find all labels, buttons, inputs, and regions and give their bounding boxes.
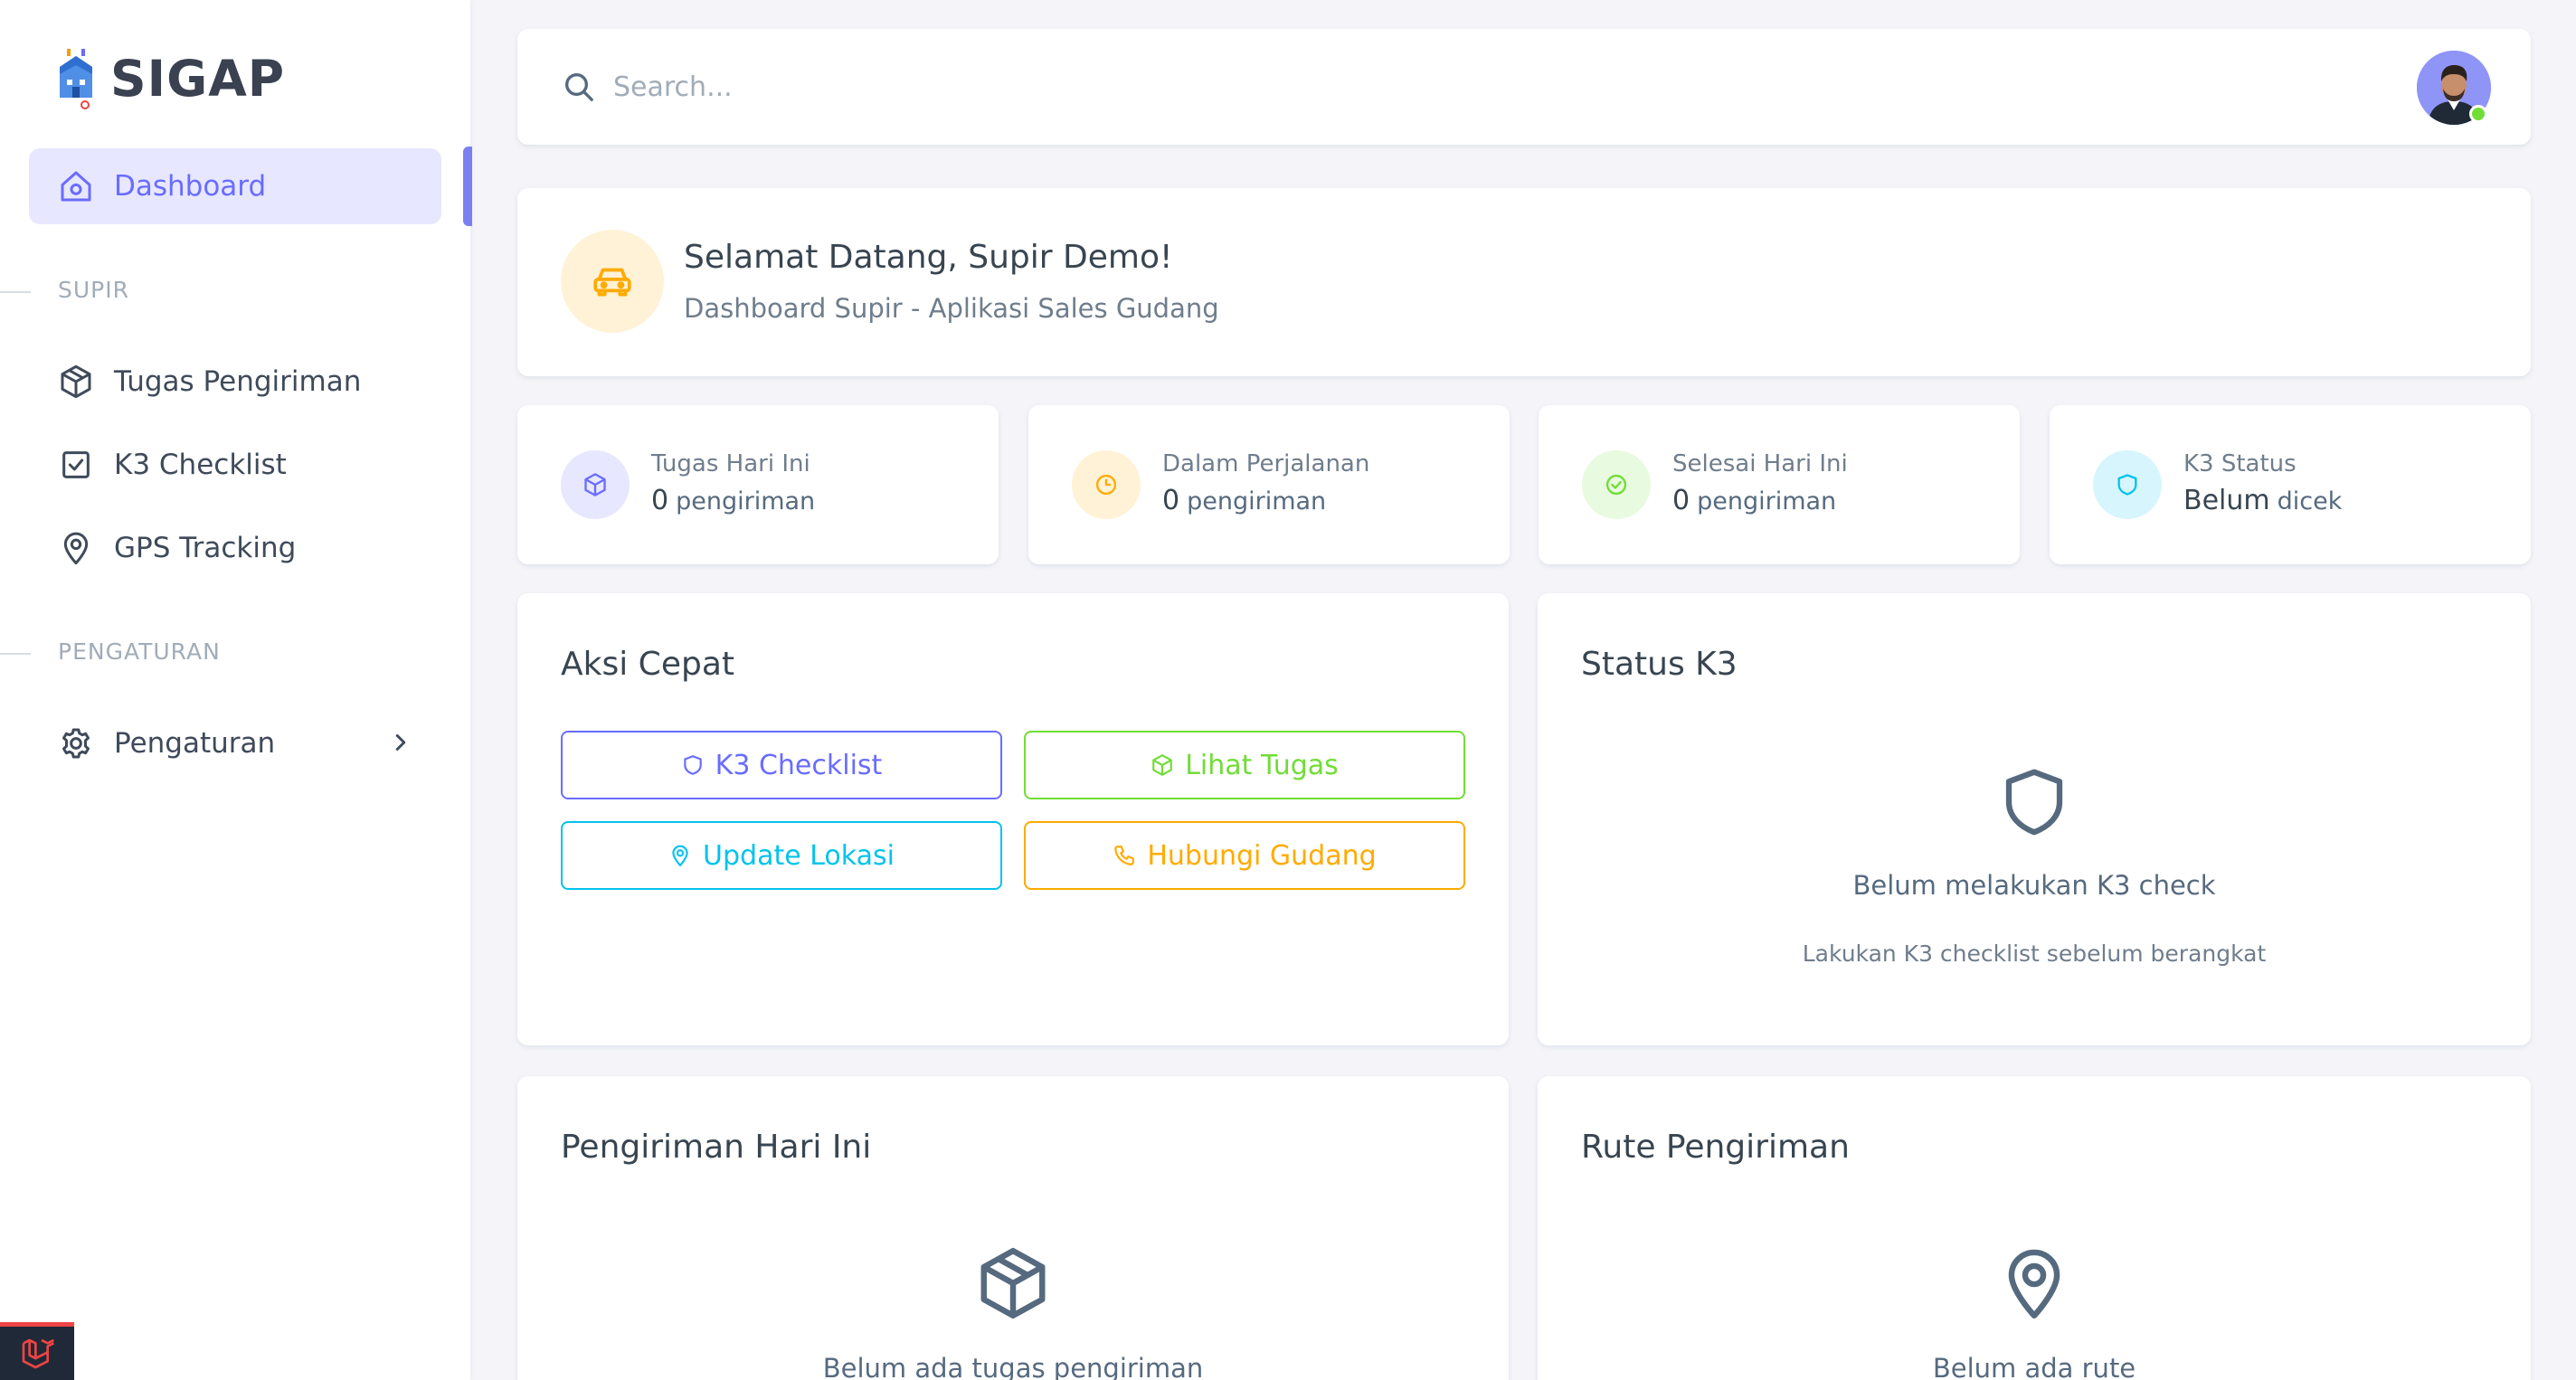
stat-card-selesai-hari-ini: Selesai Hari Ini 0 pengiriman: [1539, 405, 2020, 564]
stat-value: 0 pengiriman: [1672, 485, 1836, 516]
nav-header-pengaturan: PENGATURAN: [0, 638, 221, 665]
logo-icon: [54, 47, 98, 110]
sidebar: SIGAP Dashboard SUPIR Tugas Pengiriman K…: [0, 0, 472, 1380]
stat-unit: pengiriman: [1187, 487, 1327, 515]
stat-card-k3-status: K3 Status Belum dicek: [2050, 405, 2531, 564]
shield-icon: [1538, 761, 2531, 843]
welcome-card: Selamat Datang, Supir Demo! Dashboard Su…: [517, 188, 2531, 376]
map-pin-icon: [668, 844, 692, 867]
hubungi-gudang-button[interactable]: Hubungi Gudang: [1024, 821, 1465, 890]
search-icon: [561, 69, 597, 105]
stat-value: 0 pengiriman: [1162, 485, 1326, 516]
stat-label: K3 Status: [2183, 450, 2297, 477]
search-input[interactable]: [613, 60, 2060, 114]
stat-label: Selesai Hari Ini: [1672, 450, 1848, 477]
package-icon: [1151, 753, 1174, 777]
sidebar-item-k3-checklist[interactable]: K3 Checklist: [29, 427, 441, 503]
stat-value: Belum dicek: [2183, 485, 2342, 516]
k3-checklist-button[interactable]: K3 Checklist: [561, 731, 1002, 799]
welcome-subtitle: Dashboard Supir - Aplikasi Sales Gudang: [684, 293, 1219, 324]
update-lokasi-button[interactable]: Update Lokasi: [561, 821, 1002, 890]
gear-icon: [58, 725, 94, 761]
shield-icon: [2093, 450, 2162, 519]
stat-value: 0 pengiriman: [651, 485, 815, 516]
k3-empty-subtitle: Lakukan K3 checklist sebelum berangkat: [1802, 940, 2267, 967]
sidebar-item-label: Tugas Pengiriman: [114, 365, 362, 398]
stat-card-dalam-perjalanan: Dalam Perjalanan 0 pengiriman: [1028, 405, 1510, 564]
shipments-today-title: Pengiriman Hari Ini: [561, 1129, 872, 1166]
active-indicator: [463, 147, 472, 226]
map-pin-icon: [1538, 1244, 2531, 1322]
sidebar-item-label: Dashboard: [114, 170, 267, 203]
topbar: [517, 29, 2531, 145]
route-empty-title: Belum ada rute: [1932, 1353, 2136, 1380]
button-label: K3 Checklist: [715, 749, 883, 781]
clock-icon: [1072, 450, 1141, 519]
home-icon: [58, 168, 94, 204]
app-name: SIGAP: [110, 50, 286, 108]
stat-label: Dalam Perjalanan: [1162, 450, 1370, 477]
sidebar-item-gps-tracking[interactable]: GPS Tracking: [29, 510, 441, 586]
check-circle-icon: [1582, 450, 1651, 519]
shipments-empty-title: Belum ada tugas pengiriman: [822, 1353, 1204, 1380]
nav-header-supir: SUPIR: [0, 277, 129, 303]
brand[interactable]: SIGAP: [54, 45, 285, 112]
stat-unit: pengiriman: [676, 487, 816, 515]
stat-label: Tugas Hari Ini: [651, 450, 810, 477]
sidebar-item-dashboard[interactable]: Dashboard: [29, 148, 441, 224]
lihat-tugas-button[interactable]: Lihat Tugas: [1024, 731, 1465, 799]
laravel-logo-icon: [19, 1336, 55, 1372]
route-card: Rute Pengiriman Belum ada rute: [1538, 1076, 2531, 1380]
stat-number: 0: [651, 485, 669, 516]
chevron-right-icon: [387, 729, 414, 756]
shipments-today-card: Pengiriman Hari Ini Belum ada tugas peng…: [517, 1076, 1509, 1380]
debugbar-button[interactable]: [0, 1322, 74, 1380]
quick-actions-card: Aksi Cepat K3 Checklist Lihat Tugas Upda…: [517, 593, 1509, 1045]
button-label: Update Lokasi: [703, 839, 895, 872]
shield-icon: [681, 753, 705, 777]
map-pin-icon: [58, 530, 94, 566]
package-icon: [517, 1244, 1509, 1322]
stat-unit: dicek: [2277, 487, 2343, 515]
button-label: Lihat Tugas: [1185, 749, 1339, 781]
stat-number: Belum: [2183, 485, 2270, 516]
phone-icon: [1113, 844, 1136, 867]
sidebar-item-label: Pengaturan: [114, 727, 276, 760]
stat-number: 0: [1672, 485, 1690, 516]
online-status-dot: [2469, 105, 2487, 123]
stat-unit: pengiriman: [1697, 487, 1837, 515]
sidebar-item-label: GPS Tracking: [114, 532, 297, 564]
sidebar-item-label: K3 Checklist: [114, 449, 287, 481]
car-icon: [561, 230, 664, 333]
quick-actions-title: Aksi Cepat: [561, 646, 734, 683]
k3-empty-title: Belum melakukan K3 check: [1852, 870, 2216, 901]
stat-card-tugas-hari-ini: Tugas Hari Ini 0 pengiriman: [517, 405, 999, 564]
sidebar-item-tugas-pengiriman[interactable]: Tugas Pengiriman: [29, 344, 441, 420]
route-title: Rute Pengiriman: [1581, 1129, 1850, 1166]
button-label: Hubungi Gudang: [1147, 839, 1377, 872]
package-icon: [561, 450, 630, 519]
package-icon: [58, 364, 94, 400]
welcome-title: Selamat Datang, Supir Demo!: [684, 239, 1173, 276]
stat-number: 0: [1162, 485, 1180, 516]
k3-status-card: Status K3 Belum melakukan K3 check Lakuk…: [1538, 593, 2531, 1045]
k3-status-title: Status K3: [1581, 646, 1738, 683]
checkbox-icon: [58, 447, 94, 483]
sidebar-item-pengaturan[interactable]: Pengaturan: [29, 705, 441, 781]
